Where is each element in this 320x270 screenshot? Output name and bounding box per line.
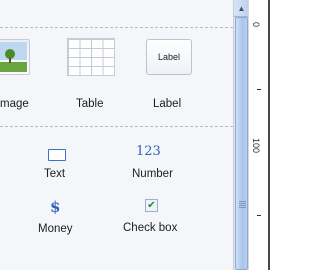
- text-field-label: Text: [44, 168, 66, 180]
- vertical-scrollbar[interactable]: ▲: [233, 0, 249, 270]
- ruler-edge: [268, 0, 270, 270]
- checkbox-field-icon: ✔: [145, 199, 158, 212]
- label-tool-label: Label: [153, 98, 182, 110]
- number-field-icon: 123: [136, 144, 161, 159]
- label-icon: Label: [146, 39, 192, 75]
- section-divider: [0, 126, 233, 127]
- table-icon: [67, 38, 115, 76]
- ruler-tick: [257, 215, 261, 216]
- scrollbar-thumb[interactable]: [235, 17, 248, 270]
- checkbox-field-label: Check box: [123, 222, 178, 234]
- table-tool-label: Table: [76, 98, 104, 110]
- ruler-tick: [257, 89, 261, 90]
- scrollbar-grip: [239, 201, 246, 208]
- text-field-icon: [48, 149, 66, 161]
- number-field-label: Number: [132, 168, 173, 180]
- vertical-ruler: 0 100: [248, 0, 270, 270]
- money-field-icon: $: [50, 198, 61, 216]
- scroll-up-arrow-icon[interactable]: ▲: [234, 0, 249, 17]
- ruler-label: 100: [251, 138, 261, 154]
- image-icon: [0, 39, 30, 75]
- ruler-label: 0: [251, 22, 261, 28]
- section-divider: [0, 27, 233, 28]
- toolbox-panel: mage Table Label Label Text 123 Number $…: [0, 0, 234, 270]
- money-field-label: Money: [38, 223, 73, 235]
- image-tool-label: mage: [0, 98, 29, 110]
